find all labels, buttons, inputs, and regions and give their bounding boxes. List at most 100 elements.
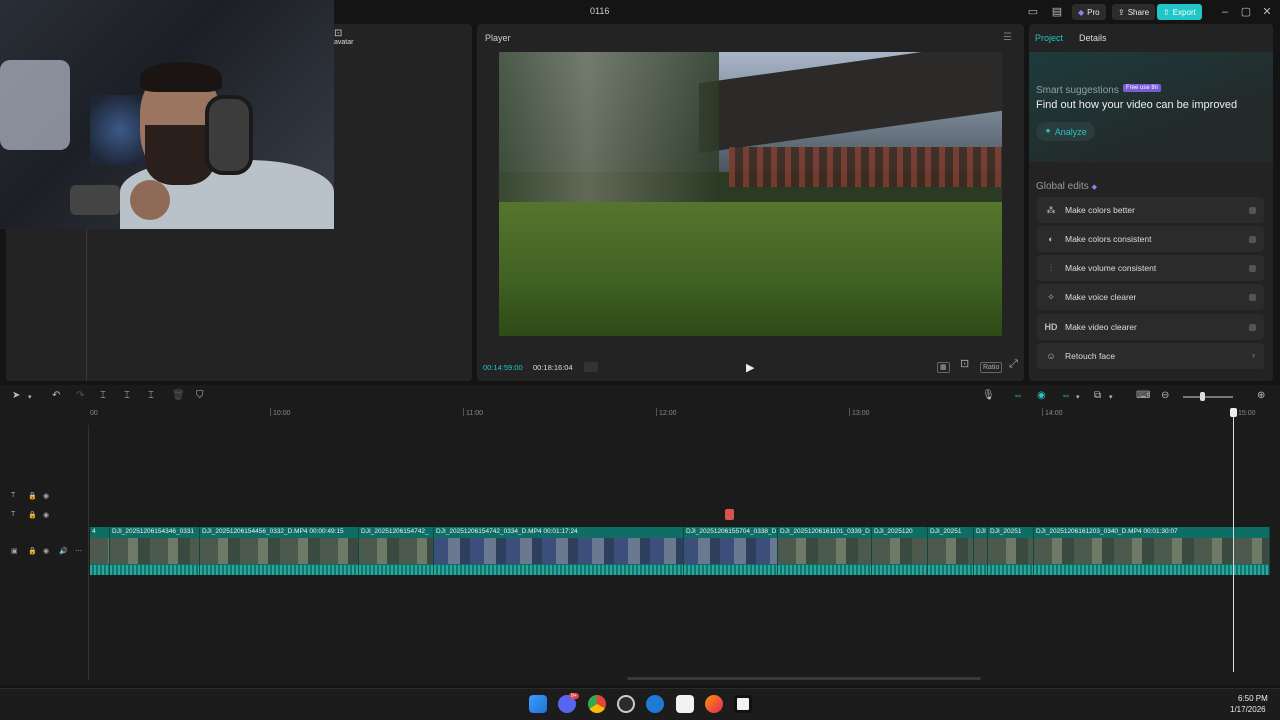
split-right-icon[interactable]: ⌶ [148, 390, 154, 401]
webcam-person-hair [140, 62, 222, 92]
playhead[interactable] [1233, 410, 1234, 672]
lock-icon[interactable]: 🔒 [28, 511, 37, 519]
video-preview[interactable] [499, 52, 1002, 336]
play-icon[interactable]: ▶ [746, 361, 754, 374]
redo-icon[interactable]: ↷ [76, 390, 84, 401]
select-tool-icon[interactable]: ➤ [12, 390, 20, 401]
clip-thumbnails [974, 538, 987, 564]
eye-icon[interactable]: ◉ [43, 547, 49, 555]
chevron-down-icon[interactable]: ▾ [1109, 393, 1113, 401]
clip-waveform [110, 565, 199, 575]
toggle-checkbox[interactable] [1249, 236, 1256, 243]
chevron-down-icon[interactable]: ▾ [28, 393, 32, 401]
global-edit-make-voice-clearer[interactable]: ✧ Make voice clearer [1037, 284, 1264, 310]
video-clip[interactable]: DJI_2025120 [872, 527, 928, 575]
clip-thumbnails [90, 538, 109, 564]
share-button[interactable]: ⇪ Share [1112, 4, 1156, 20]
taskbar-date[interactable]: 1/17/2026 [1230, 705, 1266, 714]
toggle-checkbox[interactable] [1249, 294, 1256, 301]
playhead-handle[interactable] [1230, 408, 1237, 417]
fullscreen-icon[interactable]: ⤢ [1007, 359, 1020, 370]
chevron-down-icon[interactable]: ▾ [1076, 393, 1080, 401]
maximize-icon[interactable]: ▢ [1239, 5, 1253, 19]
sliders-icon: ⫶ [1049, 262, 1053, 273]
zoom-out-icon[interactable]: ⊖ [1161, 390, 1169, 401]
clip-waveform [778, 565, 871, 575]
undo-icon[interactable]: ↶ [52, 390, 60, 401]
video-clip[interactable]: DJI [974, 527, 988, 575]
video-clip[interactable]: DJI_20251 [988, 527, 1034, 575]
global-edit-retouch-face[interactable]: ☺ Retouch face › [1037, 343, 1264, 369]
eye-icon[interactable]: ◉ [43, 492, 49, 500]
timecode-toggle[interactable] [584, 362, 598, 372]
global-edit-make-volume-consistent[interactable]: ⫶ Make volume consistent [1037, 255, 1264, 281]
export-button[interactable]: ⇧ Export [1157, 4, 1202, 20]
zoom-slider-handle[interactable] [1200, 392, 1205, 401]
link-icon[interactable]: ⇔ [1061, 390, 1071, 401]
link-main-track-icon[interactable]: ⇔ [1013, 390, 1023, 401]
video-clip[interactable]: DJI_20251206154456_0332_D.MP4 00:00:49:1… [200, 527, 359, 575]
taskbar-time[interactable]: 6:50 PM [1238, 694, 1268, 703]
video-clip[interactable]: DJI_20251206154346_0331 [110, 527, 200, 575]
panel-icon[interactable]: ▤ [1050, 5, 1064, 19]
delete-icon[interactable]: 🗑 [172, 390, 185, 401]
firefox-icon[interactable] [705, 695, 723, 713]
global-edit-make-colors-better[interactable]: ⁂ Make colors better [1037, 197, 1264, 223]
toggle-checkbox[interactable] [1249, 207, 1256, 214]
capcut-icon[interactable] [734, 695, 752, 713]
clip-thumbnails [110, 538, 199, 564]
video-clip[interactable]: DJI_20251206154742_ [359, 527, 434, 575]
video-clip[interactable]: DJI_20251 [928, 527, 974, 575]
copilot-icon[interactable] [646, 695, 664, 713]
eye-icon[interactable]: ◉ [43, 511, 49, 519]
clip-thumbnails [359, 538, 433, 564]
minimize-icon[interactable]: – [1218, 5, 1232, 19]
video-clip[interactable]: 4 [90, 527, 110, 575]
microphone-icon[interactable]: 🎙 [982, 390, 995, 401]
caption-icon[interactable]: ⌨ [1136, 390, 1150, 401]
toggle-checkbox[interactable] [1249, 324, 1256, 331]
fullscreen-quality-icon[interactable]: ▦ [937, 362, 950, 373]
menu-icon[interactable]: ☰ [1003, 32, 1012, 43]
clip-waveform [684, 565, 777, 575]
zoom-in-icon[interactable]: ⊕ [1257, 390, 1265, 401]
global-edit-make-colors-consistent[interactable]: ◐ Make colors consistent [1037, 226, 1264, 252]
timeline-scrollbar[interactable] [627, 677, 981, 680]
analyze-button[interactable]: ✦ Analyze [1036, 122, 1095, 141]
split-icon[interactable]: ⌶ [100, 390, 106, 401]
toggle-checkbox[interactable] [1249, 265, 1256, 272]
tab-project[interactable]: Project [1035, 33, 1063, 43]
lock-icon[interactable]: 🔒 [28, 492, 37, 500]
app-icon[interactable] [676, 695, 694, 713]
global-edit-make-video-clearer[interactable]: HD Make video clearer [1037, 314, 1264, 340]
split-left-icon[interactable]: ⌶ [124, 390, 130, 401]
preview-axis-icon[interactable]: ⧉ [1094, 390, 1101, 401]
davinci-icon[interactable] [617, 695, 635, 713]
video-clip[interactable]: DJI_20251206161101_0339_D [778, 527, 872, 575]
layout-icon[interactable]: ▭ [1026, 5, 1040, 19]
zoom-slider[interactable] [1183, 396, 1233, 398]
clip-thumbnails [872, 538, 927, 564]
windows-start-icon[interactable] [529, 695, 547, 713]
video-clip[interactable]: DJI_20251206155704_0338_D [684, 527, 778, 575]
clip-waveform [928, 565, 973, 575]
tab-details[interactable]: Details [1079, 33, 1107, 43]
shield-icon[interactable]: ⛉ [196, 390, 204, 401]
pro-button[interactable]: ◆ Pro [1072, 4, 1106, 20]
timeline-marker[interactable] [725, 509, 734, 520]
chrome-icon[interactable] [588, 695, 606, 713]
ratio-button[interactable]: Ratio [980, 362, 1003, 373]
close-icon[interactable]: ✕ [1260, 5, 1274, 19]
speaker-icon[interactable]: 🔊 [59, 547, 68, 555]
more-icon[interactable]: ⋯ [75, 547, 82, 555]
crop-icon[interactable]: ⊡ [958, 359, 971, 370]
video-grass [499, 202, 1002, 336]
clip-thumbnails [434, 538, 683, 564]
lock-icon[interactable]: 🔒 [28, 547, 37, 555]
ruler-label: 12:00 [659, 410, 677, 417]
avatar-tab[interactable]: ⊡ avatar [334, 28, 353, 46]
video-clip[interactable]: DJI_20251206154742_0334_D.MP4 00:01:17:2… [434, 527, 684, 575]
magnet-icon[interactable]: ◉ [1037, 390, 1046, 401]
video-clip[interactable]: DJI_20251206161203_0340_D.MP4 00:01:30:0… [1034, 527, 1270, 575]
hd-icon: HD [1044, 322, 1058, 332]
